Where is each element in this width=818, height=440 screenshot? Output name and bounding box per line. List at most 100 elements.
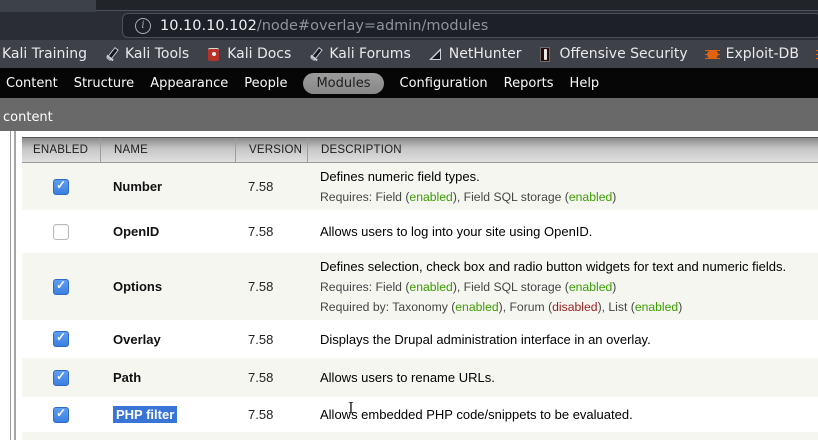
module-version: 7.58 bbox=[235, 332, 307, 347]
description-cell: Defines numeric field types. Requires: Fi… bbox=[307, 164, 818, 209]
dagger-icon bbox=[308, 47, 323, 62]
status-on: enabled bbox=[635, 300, 678, 314]
module-enabled-checkbox[interactable] bbox=[53, 407, 69, 423]
text-cursor-icon: I bbox=[348, 400, 354, 416]
name-cell: PHP filter bbox=[100, 407, 235, 422]
bookmark-label: Kali Training bbox=[2, 46, 87, 62]
active-tab[interactable] bbox=[0, 0, 96, 12]
bookmark-label: Offensive Security bbox=[559, 46, 687, 62]
table-row: Number7.58Defines numeric field types.Re… bbox=[22, 163, 818, 210]
table-row: Overlay 7.58 Displays the Drupal administr… bbox=[22, 320, 818, 358]
bookmark-item[interactable]: Kali Training bbox=[2, 46, 87, 62]
tab-strip bbox=[96, 0, 818, 11]
description-line: Required by: Taxonomy (enabled), Forum (… bbox=[320, 300, 816, 314]
status-on: enabled bbox=[409, 190, 452, 204]
admin-menu-item-help[interactable]: Help bbox=[570, 76, 600, 91]
description-line: Defines selection, check box and radio b… bbox=[320, 259, 816, 274]
module-name: OpenID bbox=[113, 224, 159, 239]
url-path: /node#overlay=admin/modules bbox=[257, 18, 488, 34]
enabled-cell bbox=[22, 331, 100, 347]
description-text: Allows users to log into your site using… bbox=[320, 224, 592, 239]
status-on: enabled bbox=[569, 190, 612, 204]
description-text: ), Field SQL storage ( bbox=[453, 190, 569, 204]
module-version: 7.58 bbox=[235, 407, 307, 422]
admin-menu-item-configuration[interactable]: Configuration bbox=[400, 76, 488, 91]
bookmark-item[interactable]: Kali Tools bbox=[104, 46, 189, 62]
module-enabled-checkbox[interactable] bbox=[53, 331, 69, 347]
module-name: Options bbox=[113, 279, 162, 294]
description-text: Defines selection, check box and radio b… bbox=[320, 259, 786, 274]
module-enabled-checkbox[interactable] bbox=[53, 279, 69, 295]
description-text: ) bbox=[612, 190, 616, 204]
name-cell: Overlay bbox=[100, 332, 235, 347]
table-row-partial bbox=[22, 432, 818, 440]
module-version: 7.58 bbox=[235, 279, 307, 294]
enabled-cell bbox=[22, 407, 100, 423]
description-line: Displays the Drupal administration inter… bbox=[320, 332, 816, 347]
module-version: 7.58 bbox=[235, 179, 307, 194]
bird-icon bbox=[428, 47, 443, 62]
name-cell: Options bbox=[100, 279, 235, 294]
admin-menu-item-people[interactable]: People bbox=[244, 76, 287, 91]
overlay-left-border-inner bbox=[14, 131, 16, 440]
bookmark-label: Kali Forums bbox=[329, 46, 410, 62]
status-off: disabled bbox=[552, 300, 597, 314]
description-cell: Allows users to rename URLs. bbox=[307, 365, 818, 390]
description-text: ), Forum ( bbox=[499, 300, 553, 314]
bookmark-label: Kali Docs bbox=[227, 46, 291, 62]
description-text: Defines numeric field types. bbox=[320, 169, 480, 184]
bookmark-item[interactable]: Offensive Security bbox=[538, 46, 687, 62]
url-host: 10.10.10.102 bbox=[160, 18, 257, 34]
browser-toolbar: i 10.10.10.102/node#overlay=admin/module… bbox=[0, 0, 818, 40]
description-line: Allows users to rename URLs. bbox=[320, 370, 816, 385]
module-enabled-checkbox[interactable] bbox=[53, 370, 69, 386]
bookmarks-bar: Kali Training Kali Tools Kali Docs Kali For… bbox=[0, 40, 818, 68]
modules-table: ENABLED NAME VERSION DESCRIPTION Number7… bbox=[22, 137, 818, 440]
description-text: ) bbox=[678, 300, 682, 314]
admin-menu-item-content[interactable]: Content bbox=[6, 76, 58, 91]
description-line: Requires: Field (enabled), Field SQL sto… bbox=[320, 190, 816, 204]
book-icon bbox=[206, 47, 221, 62]
description-text: Displays the Drupal administration inter… bbox=[320, 332, 651, 347]
module-name: Path bbox=[113, 370, 141, 385]
column-header-description: DESCRIPTION bbox=[307, 138, 818, 162]
bookmark-item[interactable]: Exploit-DB bbox=[705, 46, 799, 62]
module-enabled-checkbox[interactable] bbox=[53, 179, 69, 195]
drupal-admin-menu: Content Structure Appearance People Modules C… bbox=[0, 68, 818, 98]
description-line: Allows embedded PHP code/snippets to be … bbox=[320, 407, 816, 422]
description-text: Required by: Taxonomy ( bbox=[320, 300, 455, 314]
admin-menu-item-modules[interactable]: Modules bbox=[303, 73, 383, 94]
url-bar[interactable]: i 10.10.10.102/node#overlay=admin/module… bbox=[122, 13, 818, 38]
bookmark-label: Kali Tools bbox=[125, 46, 189, 62]
admin-menu-item-structure[interactable]: Structure bbox=[74, 76, 134, 91]
offsec-icon bbox=[538, 47, 553, 62]
status-on: enabled bbox=[455, 300, 498, 314]
bookmark-item[interactable]: Kali Forums bbox=[308, 46, 410, 62]
admin-menu-item-reports[interactable]: Reports bbox=[504, 76, 554, 91]
bookmark-label: Exploit-DB bbox=[726, 46, 799, 62]
table-row: Options 7.58 Defines selection, check box … bbox=[22, 253, 818, 320]
description-text: Allows embedded PHP code/snippets to be … bbox=[320, 407, 633, 422]
module-version: 7.58 bbox=[235, 224, 307, 239]
enabled-cell bbox=[22, 279, 100, 295]
description-text: Allows users to rename URLs. bbox=[320, 370, 495, 385]
description-line: Allows users to log into your site using… bbox=[320, 224, 816, 239]
description-line: Requires: Field (enabled), Field SQL sto… bbox=[320, 280, 816, 294]
site-info-icon[interactable]: i bbox=[135, 18, 151, 34]
admin-menu-item-appearance[interactable]: Appearance bbox=[150, 76, 228, 91]
status-on: enabled bbox=[409, 280, 452, 294]
bookmark-item[interactable]: Kali Docs bbox=[206, 46, 291, 62]
name-cell: Path bbox=[100, 370, 235, 385]
module-enabled-checkbox[interactable] bbox=[53, 224, 69, 240]
overlay-title: content bbox=[3, 110, 53, 125]
description-cell: Displays the Drupal administration inter… bbox=[307, 327, 818, 352]
description-line: Defines numeric field types. bbox=[320, 169, 816, 184]
column-header-enabled: ENABLED bbox=[22, 138, 100, 162]
module-name: Overlay bbox=[113, 332, 161, 347]
table-body: Number7.58Defines numeric field types.Re… bbox=[22, 163, 818, 432]
bookmark-item[interactable]: NetHunter bbox=[428, 46, 522, 62]
table-header-row: ENABLED NAME VERSION DESCRIPTION bbox=[22, 137, 818, 163]
bug-icon bbox=[705, 47, 720, 62]
column-header-version: VERSION bbox=[235, 138, 307, 162]
enabled-cell bbox=[22, 370, 100, 386]
